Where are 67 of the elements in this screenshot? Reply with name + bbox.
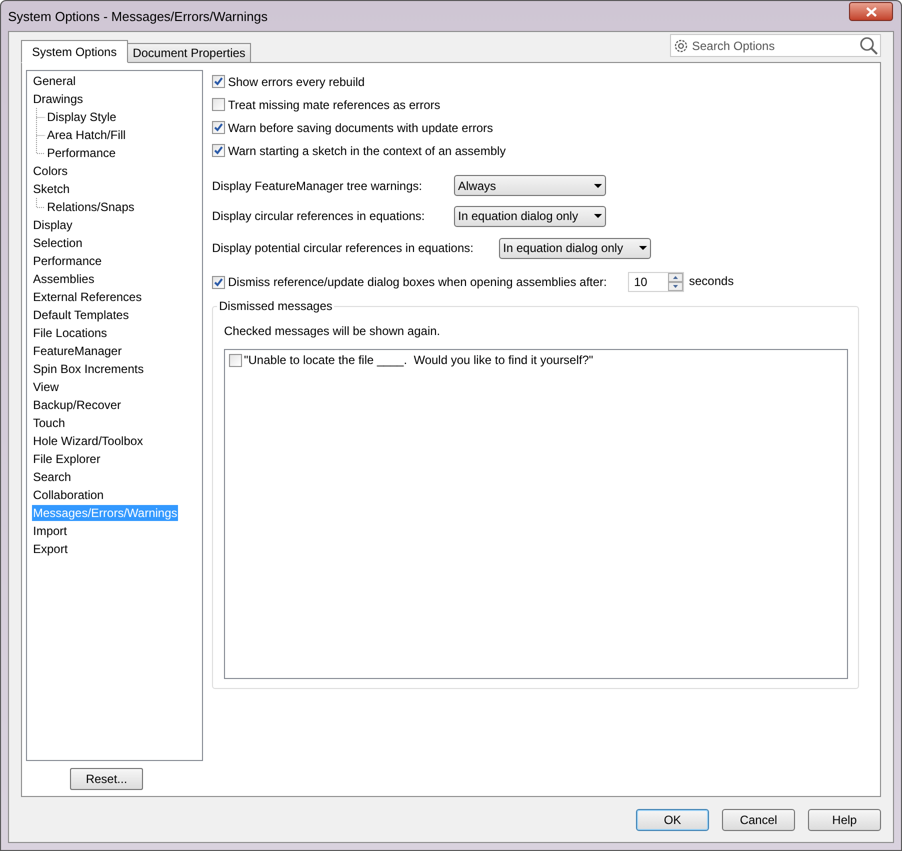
close-icon: [866, 6, 876, 16]
tree-item[interactable]: Sketch: [32, 181, 71, 197]
dropdown[interactable]: In equation dialog only: [499, 238, 651, 258]
option-label: Warn before saving documents with update errors: [228, 120, 494, 136]
dropdown-label: Display potential circular references in equations:: [212, 240, 474, 257]
spin-box[interactable]: 10: [628, 272, 684, 292]
tree-item[interactable]: Performance: [46, 145, 117, 161]
checkbox[interactable]: [212, 276, 225, 288]
option-label: Warn starting a sketch in the context of an assembly: [228, 142, 506, 160]
hint-text: Checked messages will be shown again.: [224, 323, 442, 340]
tree-item[interactable]: Selection: [32, 235, 84, 251]
tree-item[interactable]: Display Style: [46, 109, 118, 125]
checkbox[interactable]: [229, 354, 242, 366]
reset-button[interactable]: Reset...: [70, 768, 143, 790]
gear-icon: [673, 38, 689, 54]
tree-item[interactable]: General: [32, 73, 77, 89]
tree-item[interactable]: Display: [32, 217, 74, 233]
tree-item[interactable]: File Locations: [32, 325, 108, 341]
tree-item[interactable]: Assemblies: [32, 271, 96, 287]
option-label: Treat missing mate references as errors: [228, 96, 440, 114]
dropdown-label: Display FeatureManager tree warnings:: [212, 178, 424, 194]
tree-item[interactable]: Search: [32, 469, 72, 485]
checkbox[interactable]: [212, 75, 225, 88]
dropdown[interactable]: Always: [454, 175, 606, 196]
tree-item[interactable]: External References: [32, 289, 143, 305]
caret-icon: [594, 184, 602, 188]
tree-item[interactable]: Colors: [32, 163, 69, 179]
spin-arrows-icon: [668, 273, 683, 291]
tree-item[interactable]: Touch: [32, 415, 66, 431]
tree-item[interactable]: Performance: [32, 253, 103, 269]
close-button[interactable]: [849, 2, 893, 21]
window-title: System Options - Messages/Errors/Warnings: [8, 8, 268, 26]
caret-icon: [594, 214, 602, 218]
dialog-button[interactable]: Help: [808, 809, 881, 831]
tree-item[interactable]: Export: [32, 541, 69, 557]
tab[interactable]: Document Properties: [126, 43, 252, 62]
checkbox[interactable]: [212, 121, 225, 134]
tree-item[interactable]: Hole Wizard/Toolbox: [32, 433, 144, 449]
option-label: Dismiss reference/update dialog boxes when opening assemblies after:: [228, 274, 607, 291]
tree-item[interactable]: Relations/Snaps: [46, 199, 136, 215]
tree-item[interactable]: Drawings: [32, 91, 84, 107]
tree-item[interactable]: Import: [32, 523, 68, 539]
tree-item[interactable]: Default Templates: [32, 307, 130, 323]
tree-item[interactable]: Spin Box Increments: [32, 361, 145, 377]
group-title: Dismissed messages: [217, 299, 334, 313]
tree-item[interactable]: Area Hatch/Fill: [46, 127, 127, 143]
dialog-button[interactable]: OK: [636, 809, 709, 831]
search-icon: [859, 36, 878, 55]
caret-icon: [639, 246, 647, 250]
search-bar[interactable]: Search Options: [670, 34, 881, 57]
tree-item[interactable]: View: [32, 379, 60, 395]
dialog-button[interactable]: Cancel: [722, 809, 795, 831]
tree-item[interactable]: Backup/Recover: [32, 397, 122, 413]
tree-item[interactable]: FeatureManager: [32, 343, 123, 359]
tree-item[interactable]: File Explorer: [32, 451, 102, 467]
unit-label: seconds: [689, 273, 734, 290]
tree-item[interactable]: Collaboration: [32, 487, 105, 503]
option-label: Show errors every rebuild: [228, 74, 365, 90]
message-label: "Unable to locate the file ____. Would you like to find it yourself?": [244, 352, 594, 369]
dropdown-label: Display circular references in equations:: [212, 208, 426, 225]
checkbox[interactable]: [212, 98, 225, 111]
tree-line: [36, 198, 46, 208]
dropdown[interactable]: In equation dialog only: [454, 206, 606, 226]
search-input[interactable]: Search Options: [692, 36, 856, 54]
tree-line: [36, 108, 46, 126]
tab[interactable]: System Options: [21, 40, 128, 63]
checkbox[interactable]: [212, 144, 225, 157]
